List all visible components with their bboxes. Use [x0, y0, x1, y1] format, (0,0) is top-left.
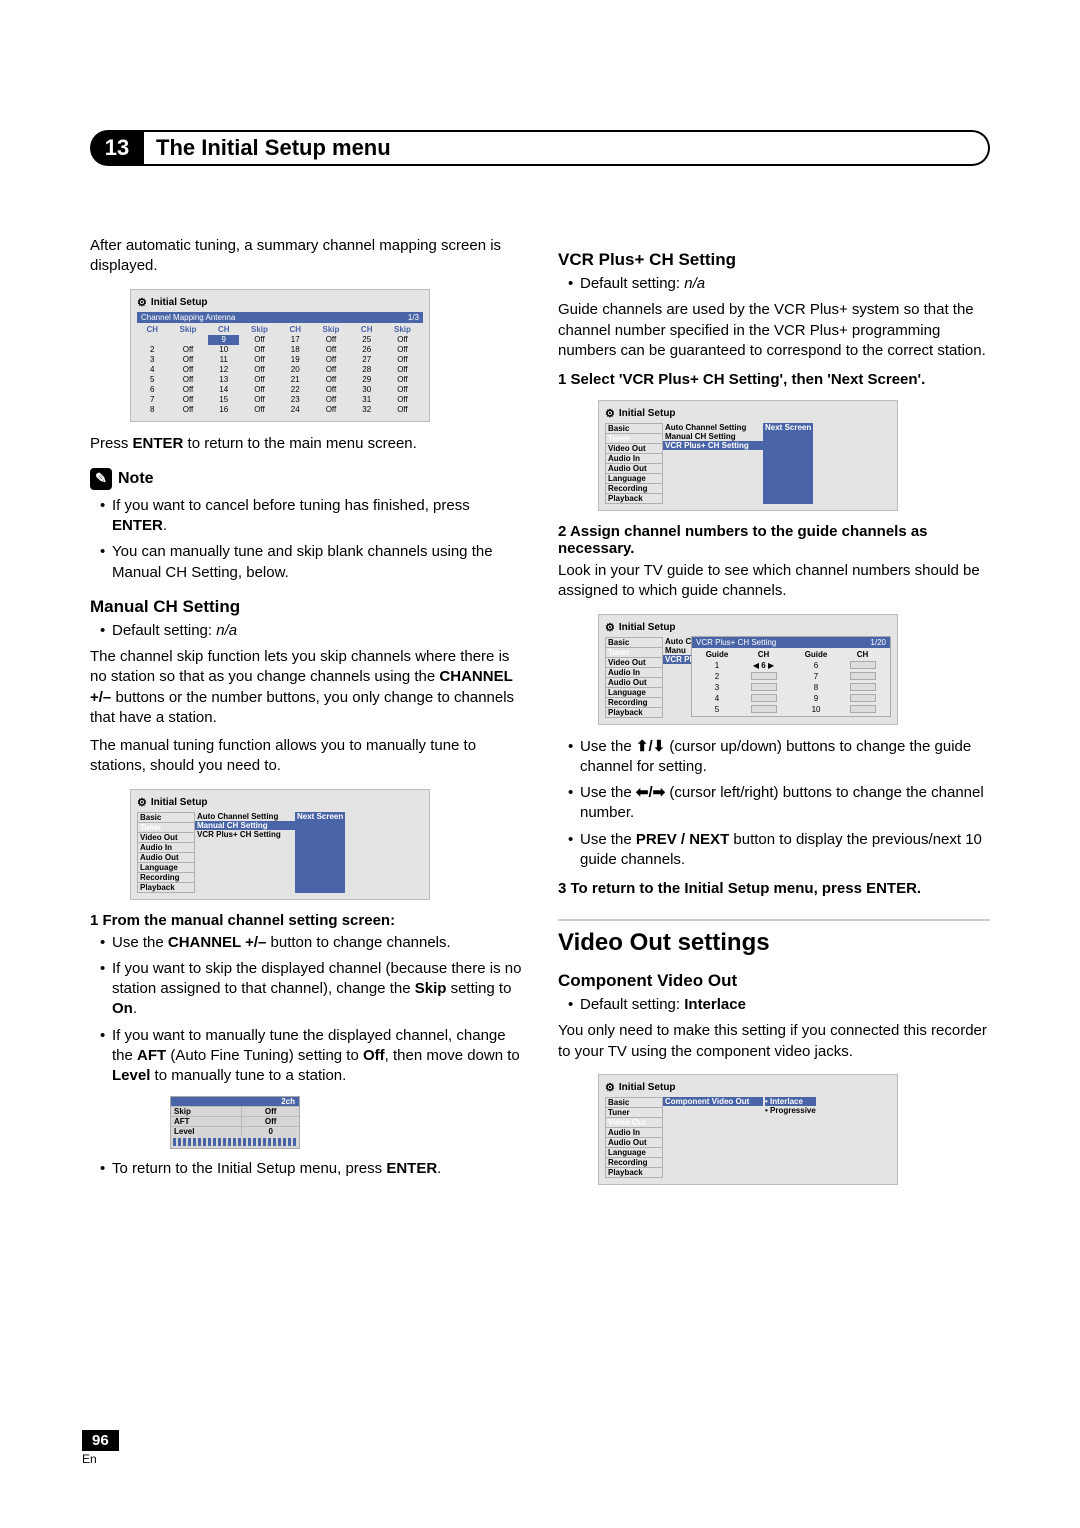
vcr-step2-desc: Look in your TV guide to see which chann…: [558, 561, 990, 602]
osd-vcr-menu: Initial Setup BasicTunerVideo OutAudio I…: [598, 400, 898, 511]
step1-list: Use the CHANNEL +/– button to change cha…: [90, 933, 522, 1087]
vcr-step3: 3 To return to the Initial Setup menu, p…: [558, 880, 990, 897]
list-item: Use the ⬅/➡ (cursor left/right) buttons …: [568, 783, 990, 824]
chapter-title-wrap: The Initial Setup menu: [144, 130, 990, 166]
chapter-header: 13 The Initial Setup menu: [90, 130, 990, 166]
default-item: Default setting: n/a: [100, 621, 522, 641]
note-list: If you want to cancel before tuning has …: [90, 496, 522, 583]
list-item: To return to the Initial Setup menu, pre…: [100, 1159, 522, 1179]
right-column: VCR Plus+ CH Setting Default setting: n/…: [558, 236, 990, 1197]
default-list: Default setting: Interlace: [558, 995, 990, 1015]
list-item: Use the CHANNEL +/– button to change cha…: [100, 933, 522, 953]
osd-title: Initial Setup: [137, 296, 423, 309]
pencil-icon: ✎: [90, 468, 112, 490]
osd-channel-mapping: Initial Setup Channel Mapping Antenna1/3…: [130, 289, 430, 422]
default-list: Default setting: n/a: [90, 621, 522, 641]
page-number: 96: [82, 1430, 119, 1451]
press-enter-line: Press ENTER to return to the main menu s…: [90, 434, 522, 454]
note-heading: ✎ Note: [90, 468, 522, 490]
channel-table: CHSkipCHSkipCHSkipCHSkip9Off17Off25Off2O…: [137, 325, 423, 415]
osd-tuner-menu: Initial Setup BasicTunerVideo OutAudio I…: [130, 789, 430, 900]
vcr-step2: 2 Assign channel numbers to the guide ch…: [558, 523, 990, 557]
step-1: 1 From the manual channel setting screen…: [90, 912, 522, 929]
osd-vcr-guide: Initial Setup BasicTunerVideo OutAudio I…: [598, 614, 898, 725]
left-column: After automatic tuning, a summary channe…: [90, 236, 522, 1197]
manual-p1: The channel skip function lets you skip …: [90, 647, 522, 728]
vcr-tips: Use the ⬆/⬇ (cursor up/down) buttons to …: [558, 737, 990, 871]
osd-skip-aft-level: 2ch SkipOffAFTOffLevel0: [170, 1096, 300, 1149]
osd-component-video: Initial Setup BasicTunerVideo OutAudio I…: [598, 1074, 898, 1185]
chapter-title: The Initial Setup menu: [156, 135, 391, 161]
page-footer: 96 En: [82, 1432, 119, 1468]
vcr-desc: Guide channels are used by the VCR Plus+…: [558, 300, 990, 361]
default-item: Default setting: Interlace: [568, 995, 990, 1015]
component-heading: Component Video Out: [558, 971, 990, 991]
arrow-left-right-icon: ⬅/➡: [636, 784, 665, 801]
list-item: Use the PREV / NEXT button to display th…: [568, 830, 990, 871]
vcr-heading: VCR Plus+ CH Setting: [558, 250, 990, 270]
manual-p2: The manual tuning function allows you to…: [90, 736, 522, 777]
note-item: You can manually tune and skip blank cha…: [100, 542, 522, 583]
list-item: If you want to manually tune the display…: [100, 1026, 522, 1087]
osd-bar: Channel Mapping Antenna1/3: [137, 312, 423, 323]
default-item: Default setting: n/a: [568, 274, 990, 294]
list-item: Use the ⬆/⬇ (cursor up/down) buttons to …: [568, 737, 990, 778]
page-language: En: [82, 1452, 97, 1466]
video-out-heading: Video Out settings: [558, 919, 990, 957]
note-item: If you want to cancel before tuning has …: [100, 496, 522, 537]
chapter-number: 13: [90, 130, 144, 166]
arrow-up-down-icon: ⬆/⬇: [636, 738, 665, 755]
vcr-step1: 1 Select 'VCR Plus+ CH Setting', then 'N…: [558, 371, 990, 388]
intro-text: After automatic tuning, a summary channe…: [90, 236, 522, 277]
component-desc: You only need to make this setting if yo…: [558, 1021, 990, 1062]
list-item: If you want to skip the displayed channe…: [100, 959, 522, 1020]
level-meter: [173, 1138, 297, 1146]
manual-ch-heading: Manual CH Setting: [90, 597, 522, 617]
default-list: Default setting: n/a: [558, 274, 990, 294]
return-list: To return to the Initial Setup menu, pre…: [90, 1159, 522, 1179]
